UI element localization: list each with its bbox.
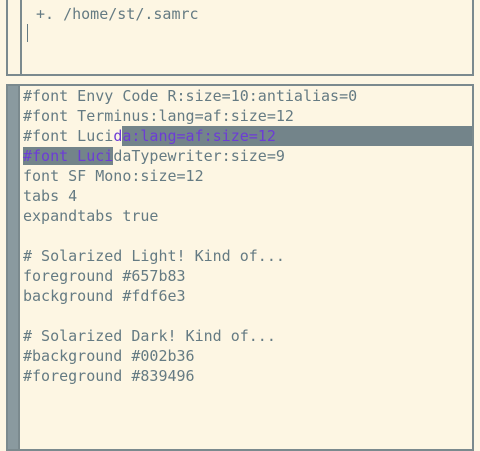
- text-line[interactable]: font SF Mono:size=12: [23, 166, 472, 186]
- line-text: #background #002b36: [23, 347, 195, 365]
- text-line-selected[interactable]: #font LucidaTypewriter:size=9: [23, 146, 472, 166]
- tag-window[interactable]: +. /home/st/.samrc: [6, 0, 474, 76]
- line-text: #font Envy Code R:size=10:antialias=0: [23, 87, 358, 105]
- text-line[interactable]: [23, 226, 472, 246]
- text-line[interactable]: tabs 4: [23, 186, 472, 206]
- text-line[interactable]: foreground #657b83: [23, 266, 472, 286]
- scrollbar-thumb[interactable]: [8, 86, 18, 449]
- text-line[interactable]: #font Envy Code R:size=10:antialias=0: [23, 86, 472, 106]
- text-line[interactable]: #font Terminus:lang=af:size=12: [23, 106, 472, 126]
- text-cursor: [27, 24, 28, 42]
- selected-text: #font Luci: [23, 147, 114, 165]
- body-scrollbar[interactable]: [8, 86, 20, 449]
- line-text: #font Luci: [23, 127, 114, 145]
- line-text: #foreground #839496: [23, 367, 195, 385]
- text-line[interactable]: [23, 306, 472, 326]
- line-text: background #fdf6e3: [23, 287, 186, 305]
- text-line-selected[interactable]: #font Lucida:lang=af:size=12: [23, 126, 472, 146]
- tag-text[interactable]: +. /home/st/.samrc: [36, 4, 199, 24]
- text-line[interactable]: expandtabs true: [23, 206, 472, 226]
- line-text: # Solarized Light! Kind of...: [23, 247, 285, 265]
- line-text: #font Terminus:lang=af:size=12: [23, 107, 294, 125]
- selected-text: da:lang=af:size=12: [113, 127, 276, 145]
- text-line[interactable]: #foreground #839496: [23, 366, 472, 386]
- file-window[interactable]: #font Envy Code R:size=10:antialias=0 #f…: [6, 84, 474, 451]
- text-line[interactable]: #background #002b36: [23, 346, 472, 366]
- line-text: foreground #657b83: [23, 267, 186, 285]
- line-text: # Solarized Dark! Kind of...: [23, 327, 276, 345]
- line-text: daTypewriter:size=9: [113, 147, 285, 165]
- text-line[interactable]: # Solarized Dark! Kind of...: [23, 326, 472, 346]
- text-line[interactable]: # Solarized Light! Kind of...: [23, 246, 472, 266]
- text-line[interactable]: background #fdf6e3: [23, 286, 472, 306]
- line-text: expandtabs true: [23, 207, 159, 225]
- file-text[interactable]: #font Envy Code R:size=10:antialias=0 #f…: [23, 86, 472, 386]
- line-text: font SF Mono:size=12: [23, 167, 204, 185]
- tag-scrollbar[interactable]: [10, 0, 22, 74]
- line-text: tabs 4: [23, 187, 78, 205]
